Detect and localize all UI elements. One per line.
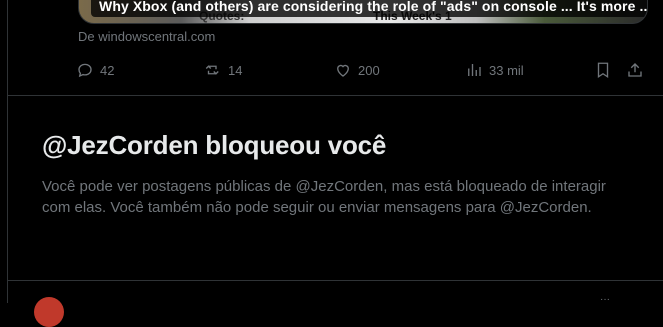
like-icon xyxy=(337,64,349,77)
repost-count: 14 xyxy=(228,62,243,78)
timeline-left-border xyxy=(7,0,8,303)
views-button[interactable]: 33 mil xyxy=(465,58,524,82)
bookmark-button[interactable] xyxy=(594,58,612,82)
reply-count: 42 xyxy=(100,62,115,78)
link-preview-card[interactable]: Quotes: This Week's 1 Why Xbox (and othe… xyxy=(78,0,648,24)
share-button[interactable] xyxy=(626,58,644,82)
link-preview-title: Why Xbox (and others) are considering th… xyxy=(91,0,647,17)
repost-icon xyxy=(205,65,219,75)
like-count: 200 xyxy=(358,62,380,78)
reply-icon xyxy=(78,63,92,78)
like-button[interactable]: 200 xyxy=(334,58,380,82)
avatar[interactable] xyxy=(34,297,64,327)
reply-button[interactable]: 42 xyxy=(76,58,114,82)
tweet-actions-bar: 42 14 200 33 mil xyxy=(76,58,646,82)
blocked-notice-title: @JezCorden bloqueou você xyxy=(42,130,387,160)
share-icon xyxy=(628,63,642,77)
repost-button[interactable]: 14 xyxy=(204,58,242,82)
link-source[interactable]: De windowscentral.com xyxy=(78,29,215,44)
tweet-divider xyxy=(8,95,663,96)
blocked-notice-message: Você pode ver postagens públicas de @Jez… xyxy=(42,178,606,216)
views-count: 33 mil xyxy=(489,62,524,78)
bookmark-icon xyxy=(597,62,609,79)
section-divider xyxy=(8,280,663,281)
views-icon xyxy=(468,64,481,76)
more-icon[interactable]: ··· xyxy=(600,295,620,305)
